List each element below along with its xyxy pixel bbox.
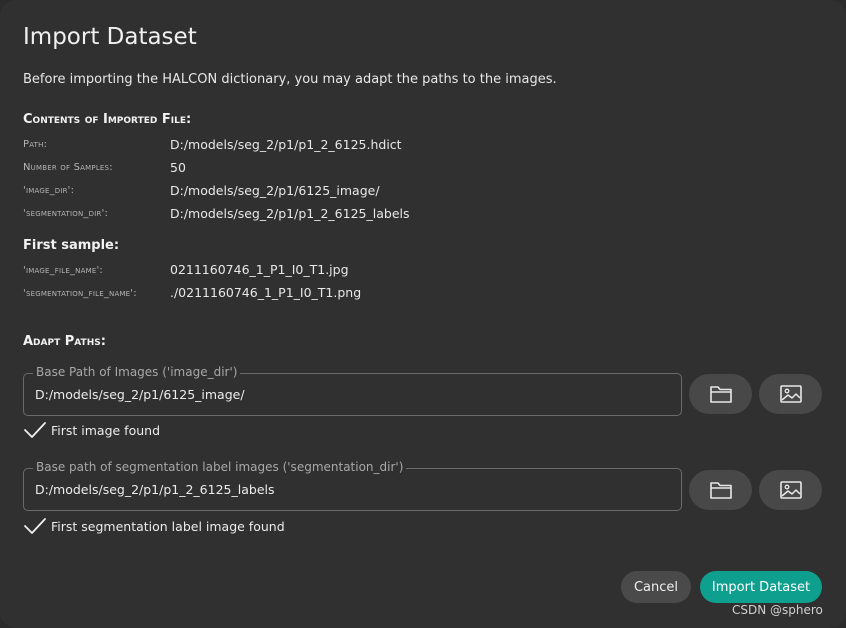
browse-image-dir-button[interactable] xyxy=(689,374,752,414)
preview-image-dir-button[interactable] xyxy=(759,374,822,414)
checkmark-icon xyxy=(24,422,46,438)
folder-icon xyxy=(709,386,732,403)
segmentation-dir-label: 'segmentation_dir': xyxy=(23,208,109,219)
first-sample-heading: First sample: xyxy=(23,238,120,253)
image-dir-status-text: First image found xyxy=(51,422,161,438)
image-dir-status: First image found xyxy=(23,420,160,440)
num-samples-value: 50 xyxy=(170,160,186,175)
image-dir-label: 'image_dir': xyxy=(23,185,75,196)
image-icon xyxy=(779,385,802,403)
browse-segmentation-dir-button[interactable] xyxy=(689,470,752,510)
segmentation-dir-field[interactable]: Base path of segmentation label images (… xyxy=(23,460,682,511)
segmentation-dir-status: First segmentation label image found xyxy=(23,516,285,536)
preview-segmentation-dir-button[interactable] xyxy=(759,470,822,510)
segmentation-dir-value: D:/models/seg_2/p1/p1_2_6125_labels xyxy=(170,206,410,221)
folder-icon xyxy=(709,482,732,499)
path-value: D:/models/seg_2/p1/p1_2_6125.hdict xyxy=(170,137,402,152)
image-file-name-label: 'image_file_name': xyxy=(23,265,103,276)
segmentation-dir-field-legend: Base path of segmentation label images (… xyxy=(33,460,407,474)
image-dir-field-legend: Base Path of Images ('image_dir') xyxy=(33,365,241,379)
import-dataset-dialog: Import Dataset Before importing the HALC… xyxy=(0,0,846,628)
segmentation-dir-input[interactable]: D:/models/seg_2/p1/p1_2_6125_labels xyxy=(35,482,275,497)
image-file-name-value: 0211160746_1_P1_I0_T1.jpg xyxy=(170,262,349,277)
dialog-title: Import Dataset xyxy=(23,24,197,50)
adapt-paths-heading: Adapt Paths: xyxy=(23,334,106,349)
path-label: Path: xyxy=(23,139,48,150)
dialog-intro: Before importing the HALCON dictionary, … xyxy=(23,72,557,87)
import-dataset-button[interactable]: Import Dataset xyxy=(700,571,822,603)
cancel-button[interactable]: Cancel xyxy=(621,571,691,603)
image-icon xyxy=(779,481,802,499)
segmentation-file-name-value: ./0211160746_1_P1_I0_T1.png xyxy=(170,285,362,300)
segmentation-dir-status-text: First segmentation label image found xyxy=(51,518,285,534)
image-dir-value: D:/models/seg_2/p1/6125_image/ xyxy=(170,183,380,198)
contents-heading: Contents of Imported File: xyxy=(23,112,192,127)
checkmark-icon xyxy=(24,518,46,534)
image-dir-field[interactable]: Base Path of Images ('image_dir') D:/mod… xyxy=(23,365,682,416)
image-dir-input[interactable]: D:/models/seg_2/p1/6125_image/ xyxy=(35,387,245,402)
watermark: CSDN @sphero xyxy=(732,603,823,617)
num-samples-label: Number of Samples: xyxy=(23,162,113,173)
segmentation-file-name-label: 'segmentation_file_name': xyxy=(23,288,137,299)
